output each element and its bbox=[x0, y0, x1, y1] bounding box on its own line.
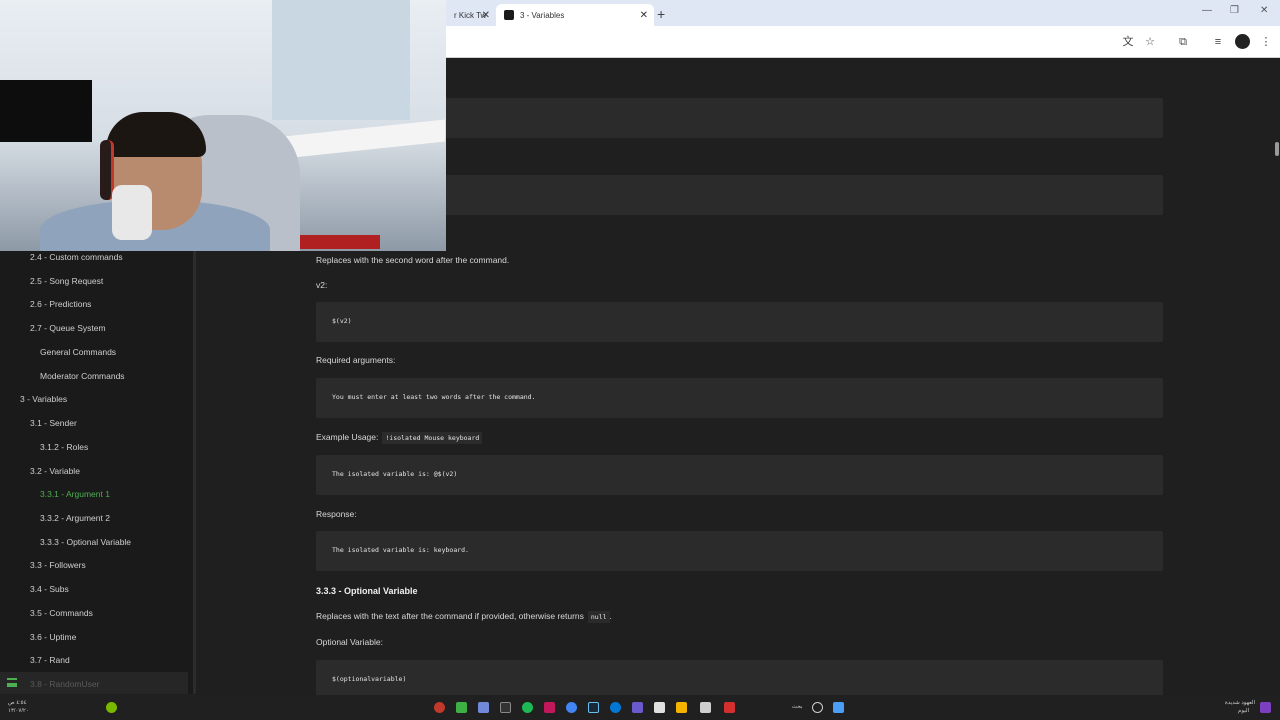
code-block-v2: $(v2) bbox=[316, 302, 1163, 342]
sidebar-item[interactable]: 2.7 - Queue System bbox=[30, 323, 106, 333]
clock-date[interactable]: ١٣/٠٧/٢٠ bbox=[8, 708, 29, 714]
app-icon[interactable] bbox=[724, 702, 735, 713]
code-text: The isolated variable is: @$(v2) bbox=[332, 470, 458, 478]
edge-icon[interactable] bbox=[610, 702, 621, 713]
code-block-response: The isolated variable is: keyboard. bbox=[316, 531, 1163, 571]
site-favicon-icon bbox=[504, 10, 514, 20]
sidebar-item[interactable]: 3.4 - Subs bbox=[30, 584, 69, 594]
sidebar-item[interactable]: 3.1.2 - Roles bbox=[40, 442, 88, 452]
tab-variables[interactable]: 3 - Variables ✕ bbox=[496, 4, 654, 26]
sidebar-item[interactable]: 3.5 - Commands bbox=[30, 608, 93, 618]
sidebar-item[interactable]: 3.3.2 - Argument 2 bbox=[40, 513, 110, 523]
label-v2: v2: bbox=[316, 280, 328, 290]
inline-code: !isolated Mouse keyboard bbox=[382, 432, 483, 444]
clock-time[interactable]: ٤:٥٤ ص bbox=[8, 700, 27, 706]
code-block-optional: $(optionalvariable) bbox=[316, 660, 1163, 700]
app-icon[interactable] bbox=[456, 702, 467, 713]
tray-app-icon[interactable] bbox=[106, 702, 117, 713]
app-icon[interactable] bbox=[632, 702, 643, 713]
label-example-usage: Example Usage: !isolated Mouse keyboard bbox=[316, 432, 483, 444]
label-required-arguments: Required arguments: bbox=[316, 355, 396, 365]
search-icon[interactable] bbox=[812, 702, 823, 713]
webcam-red-object bbox=[300, 235, 380, 249]
start-icon[interactable] bbox=[833, 702, 844, 713]
paragraph: Replaces with the second word after the … bbox=[316, 255, 510, 265]
discord-icon[interactable] bbox=[478, 702, 489, 713]
minimize-button[interactable]: — bbox=[1202, 5, 1212, 16]
sidebar-item[interactable]: 2.5 - Song Request bbox=[30, 276, 103, 286]
inline-code-null: null bbox=[587, 611, 610, 623]
sidebar-item[interactable]: 3.7 - Rand bbox=[30, 655, 70, 665]
screen: r Kick Tw ✕ 3 - Variables ✕ + — ❐ ✕ 文 ☆ … bbox=[0, 0, 1280, 720]
webcam-tv bbox=[0, 80, 92, 142]
optional-desc-end: . bbox=[609, 611, 612, 621]
translate-icon[interactable]: 文 bbox=[1121, 35, 1135, 49]
restore-button[interactable]: ❐ bbox=[1230, 5, 1239, 16]
window-close-button[interactable]: ✕ bbox=[1260, 5, 1268, 16]
label-response: Response: bbox=[316, 509, 357, 519]
webcam-window-blind bbox=[272, 0, 410, 120]
reading-list-icon[interactable]: ≡ bbox=[1211, 35, 1225, 49]
sidebar-item[interactable]: 3.2 - Variable bbox=[30, 466, 80, 476]
bookmark-star-icon[interactable]: ☆ bbox=[1143, 35, 1157, 49]
code-block-required: You must enter at least two words after … bbox=[316, 378, 1163, 418]
close-tab-icon[interactable]: ✕ bbox=[482, 10, 490, 21]
sidebar-item[interactable]: Moderator Commands bbox=[40, 371, 125, 381]
store-icon[interactable] bbox=[654, 702, 665, 713]
spotify-icon[interactable] bbox=[522, 702, 533, 713]
code-block-example: The isolated variable is: @$(v2) bbox=[316, 455, 1163, 495]
tab-label: 3 - Variables bbox=[520, 10, 565, 20]
taskbar-search[interactable]: بحث bbox=[792, 704, 802, 710]
webcam-microphone bbox=[112, 185, 152, 240]
profile-avatar[interactable] bbox=[1235, 34, 1250, 49]
tab-kick[interactable]: r Kick Tw ✕ bbox=[446, 4, 496, 26]
example-label: Example Usage: bbox=[316, 432, 379, 442]
label-optional-variable: Optional Variable: bbox=[316, 637, 383, 647]
section-heading: 3.3.3 - Optional Variable bbox=[316, 586, 418, 596]
code-text: The isolated variable is: keyboard. bbox=[332, 546, 469, 554]
file-explorer-icon[interactable] bbox=[676, 702, 687, 713]
app-icon[interactable] bbox=[700, 702, 711, 713]
sidebar-item-faded[interactable]: 3.8 - RandomUser bbox=[30, 679, 99, 689]
windows-taskbar: ٤:٥٤ ص ١٣/٠٧/٢٠ بحث العهود شديدة اليوم bbox=[0, 695, 1280, 720]
sidebar-item[interactable]: 3 - Variables bbox=[20, 394, 67, 404]
news-widget-title[interactable]: العهود شديدة bbox=[1225, 700, 1255, 706]
sidebar-footer: 3.8 - RandomUser bbox=[0, 672, 188, 694]
webcam-person-hair bbox=[106, 112, 206, 157]
app-icon[interactable] bbox=[434, 702, 445, 713]
app-icon[interactable] bbox=[544, 702, 555, 713]
steam-icon[interactable] bbox=[588, 702, 599, 713]
webcam-overlay bbox=[0, 0, 446, 251]
new-tab-button[interactable]: + bbox=[657, 6, 665, 22]
scrollbar-thumb[interactable] bbox=[1275, 142, 1279, 156]
news-widget-sub[interactable]: اليوم bbox=[1238, 708, 1249, 714]
sidebar-item[interactable]: 3.1 - Sender bbox=[30, 418, 77, 428]
close-tab-icon[interactable]: ✕ bbox=[640, 10, 648, 21]
sidebar-item[interactable]: 2.4 - Custom commands bbox=[30, 252, 123, 262]
sidebar-item-active[interactable]: 3.3.1 - Argument 1 bbox=[40, 489, 110, 499]
hamburger-menu-icon[interactable] bbox=[7, 678, 17, 687]
terminal-icon[interactable] bbox=[500, 702, 511, 713]
chrome-icon[interactable] bbox=[566, 702, 577, 713]
paragraph-optional: Replaces with the text after the command… bbox=[316, 611, 612, 623]
sidebar-item[interactable]: 3.3.3 - Optional Variable bbox=[40, 537, 131, 547]
menu-kebab-icon[interactable]: ⋮ bbox=[1259, 35, 1273, 49]
code-text: You must enter at least two words after … bbox=[332, 393, 536, 401]
optional-desc: Replaces with the text after the command… bbox=[316, 611, 584, 621]
code-text: $(v2) bbox=[332, 317, 352, 325]
widgets-icon[interactable] bbox=[1260, 702, 1271, 713]
sidebar-item[interactable]: 3.3 - Followers bbox=[30, 560, 86, 570]
code-text: $(optionalvariable) bbox=[332, 675, 407, 683]
sidebar-item[interactable]: 2.6 - Predictions bbox=[30, 299, 91, 309]
extensions-icon[interactable]: ⧉ bbox=[1176, 35, 1190, 49]
sidebar-item[interactable]: 3.6 - Uptime bbox=[30, 632, 76, 642]
sidebar-item[interactable]: General Commands bbox=[40, 347, 116, 357]
